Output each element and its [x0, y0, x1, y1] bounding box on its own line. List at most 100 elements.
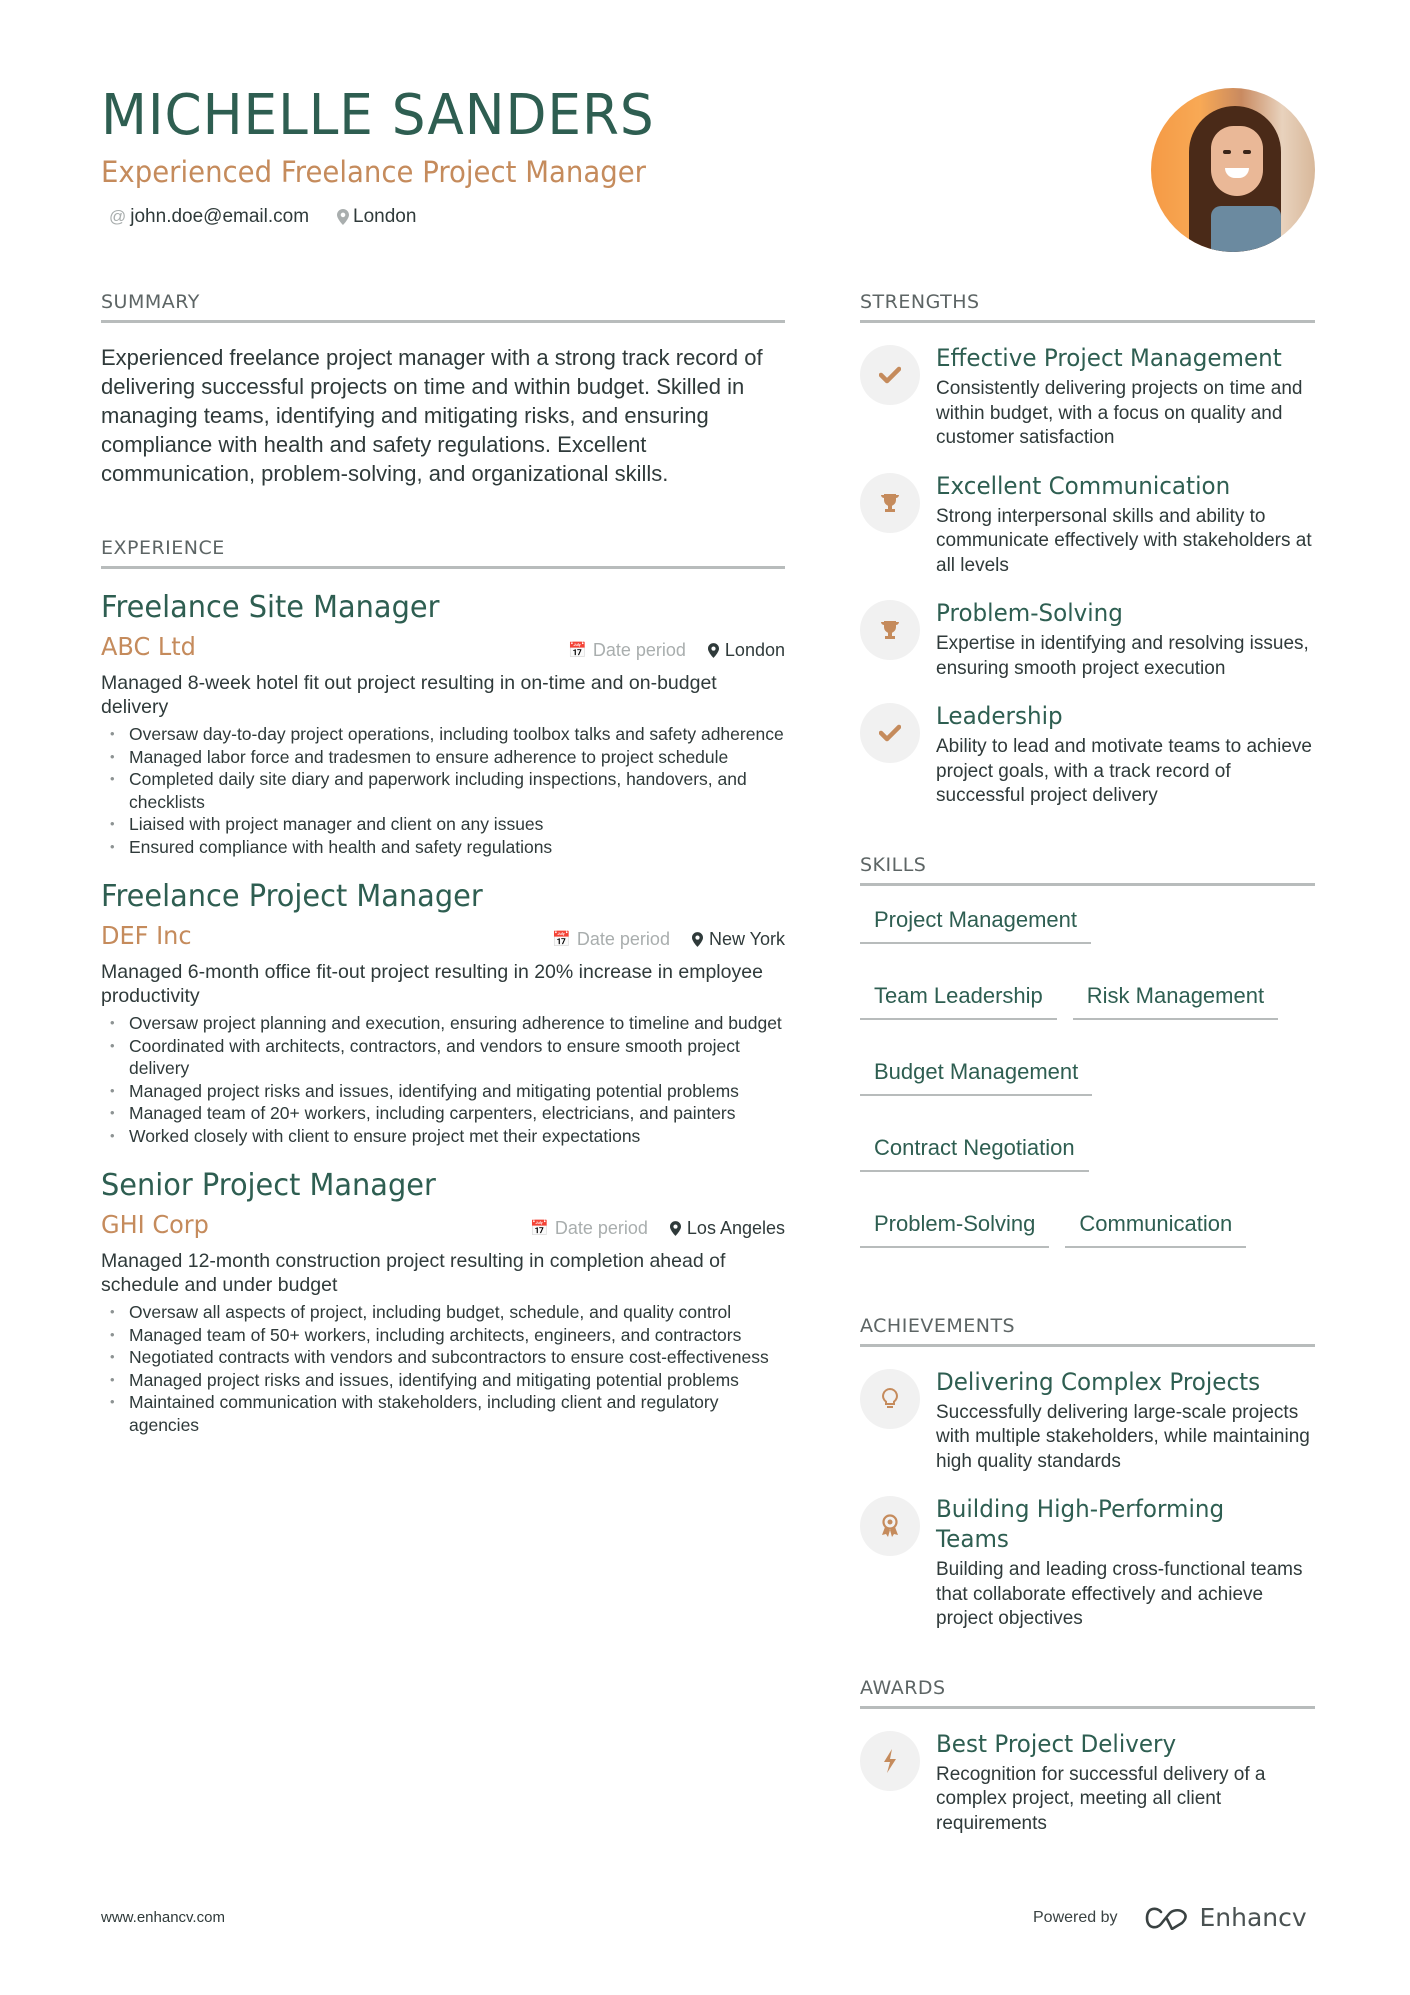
awards-section: AWARDS Best Project Delivery Recognition… [860, 1676, 1315, 1837]
at-icon: @ [109, 207, 127, 226]
location-text: London [353, 206, 417, 227]
achievement-item: Delivering Complex Projects Successfully… [860, 1367, 1315, 1475]
company-name: GHI Corp [101, 1210, 209, 1239]
skill-tag: Communication [1065, 1204, 1247, 1248]
left-column: SUMMARY Experienced freelance project ma… [101, 290, 785, 1436]
check-icon [860, 345, 920, 405]
job-bullet: Liaised with project manager and client … [101, 813, 785, 836]
skills-heading: SKILLS [860, 853, 1315, 886]
candidate-title: Experienced Freelance Project Manager [101, 155, 646, 189]
trophy-icon [860, 472, 920, 533]
strength-description: Ability to lead and motivate teams to ac… [936, 736, 1312, 806]
achievements-heading: ACHIEVEMENTS [860, 1314, 1315, 1347]
job-title: Freelance Site Manager [101, 590, 440, 625]
location-pin-icon [337, 209, 350, 225]
candidate-name: MICHELLE SANDERS [101, 83, 655, 148]
job-date: Date period [576, 928, 670, 949]
calendar-icon: 📅 [530, 1220, 549, 1237]
skill-tag: Problem-Solving [860, 1204, 1050, 1248]
job-bullets: Oversaw day-to-day project operations, i… [101, 723, 785, 858]
strength-item: Problem-Solving Expertise in identifying… [860, 598, 1315, 681]
job-bullet: Managed team of 20+ workers, including c… [101, 1102, 785, 1125]
achievement-item: Building High-Performing Teams Building … [860, 1494, 1315, 1632]
contact-email[interactable]: @ john.doe@email.com [109, 206, 309, 228]
skills-section: SKILLS Project Management Team Leadershi… [860, 853, 1315, 1248]
job-location: London [724, 639, 785, 660]
enhancv-logo[interactable]: Enhancv [1144, 1903, 1307, 1932]
job-title: Freelance Project Manager [101, 879, 483, 914]
job-date: Date period [554, 1217, 648, 1238]
job-bullet: Ensured compliance with health and safet… [101, 836, 785, 859]
experience-section: EXPERIENCE Freelance Site Manager ABC Lt… [101, 536, 785, 1436]
skills-list: Project Management Team Leadership Risk … [860, 900, 1315, 1248]
job-bullets: Oversaw project planning and execution, … [101, 1012, 785, 1147]
profile-photo [1151, 88, 1315, 252]
job-bullet: Oversaw project planning and execution, … [101, 1012, 785, 1035]
job-entry: Freelance Project Manager DEF Inc 📅 Date … [101, 878, 785, 1147]
strength-title: Problem-Solving [936, 599, 1123, 627]
job-description: Managed 8-week hotel fit out project res… [101, 672, 717, 718]
strengths-section: STRENGTHS Effective Project Management C… [860, 290, 1315, 809]
website-link[interactable]: www.enhancv.com [101, 1909, 225, 1926]
job-description: Managed 12-month construction project re… [101, 1250, 726, 1296]
strength-description: Consistently delivering projects on time… [936, 378, 1303, 448]
job-bullet: Negotiated contracts with vendors and su… [101, 1346, 785, 1369]
skill-tag: Contract Negotiation [860, 1128, 1089, 1172]
contact-info: @ john.doe@email.com London [101, 206, 1101, 228]
awards-heading: AWARDS [860, 1676, 1315, 1709]
job-bullet: Oversaw all aspects of project, includin… [101, 1301, 785, 1324]
lightning-icon [860, 1730, 920, 1791]
job-location: Los Angeles [686, 1217, 785, 1238]
strength-title: Leadership [936, 702, 1063, 730]
job-title: Senior Project Manager [101, 1168, 436, 1203]
job-description: Managed 6-month office fit-out project r… [101, 961, 763, 1007]
trophy-icon [860, 600, 920, 660]
job-bullet: Oversaw day-to-day project operations, i… [101, 723, 785, 746]
strength-description: Strong interpersonal skills and ability … [936, 505, 1312, 576]
job-bullet: Managed project risks and issues, identi… [101, 1369, 785, 1392]
job-bullet: Worked closely with client to ensure pro… [101, 1125, 785, 1148]
job-bullet: Managed team of 50+ workers, including a… [101, 1324, 785, 1347]
strength-title: Excellent Communication [936, 471, 1231, 500]
right-column: STRENGTHS Effective Project Management C… [860, 290, 1315, 1836]
award-description: Recognition for successful delivery of a… [936, 1763, 1266, 1834]
strength-item: Effective Project Management Consistentl… [860, 343, 1315, 451]
email-text: john.doe@email.com [130, 206, 310, 227]
achievement-description: Successfully delivering large-scale proj… [936, 1401, 1310, 1472]
strength-description: Expertise in identifying and resolving i… [936, 633, 1309, 679]
experience-heading: EXPERIENCE [101, 536, 785, 569]
contact-location: London [337, 206, 416, 228]
resume-header: MICHELLE SANDERS Experienced Freelance P… [101, 82, 1101, 228]
achievement-description: Building and leading cross-functional te… [936, 1559, 1303, 1629]
strengths-heading: STRENGTHS [860, 290, 1315, 323]
skill-tag: Project Management [860, 900, 1091, 944]
award-item: Best Project Delivery Recognition for su… [860, 1729, 1315, 1837]
medal-icon [860, 1496, 920, 1556]
check-icon [860, 703, 920, 763]
job-location: New York [708, 928, 785, 949]
job-bullets: Oversaw all aspects of project, includin… [101, 1301, 785, 1436]
skill-tag: Risk Management [1072, 976, 1279, 1020]
achievement-title: Building High-Performing Teams [936, 1495, 1225, 1553]
location-pin-icon [691, 931, 703, 947]
job-entry: Senior Project Manager GHI Corp 📅 Date pe… [101, 1167, 785, 1436]
job-bullet: Managed labor force and tradesmen to ens… [101, 746, 785, 769]
job-bullet: Maintained communication with stakeholde… [101, 1391, 785, 1436]
job-bullet: Managed project risks and issues, identi… [101, 1080, 785, 1103]
location-pin-icon [669, 1220, 681, 1236]
strength-item: Excellent Communication Strong interpers… [860, 471, 1315, 579]
job-bullet: Coordinated with architects, contractors… [101, 1035, 785, 1080]
lightbulb-icon [860, 1368, 920, 1429]
achievement-title: Delivering Complex Projects [936, 1367, 1261, 1396]
job-bullet: Completed daily site diary and paperwork… [101, 768, 785, 813]
summary-section: SUMMARY Experienced freelance project ma… [101, 290, 785, 488]
summary-heading: SUMMARY [101, 290, 785, 323]
powered-by: Powered by Enhancv [1033, 1903, 1307, 1932]
skill-tag: Budget Management [860, 1052, 1093, 1096]
award-title: Best Project Delivery [936, 1729, 1177, 1758]
summary-text: Experienced freelance project manager wi… [101, 345, 763, 486]
brand-name: Enhancv [1199, 1903, 1307, 1932]
strength-item: Leadership Ability to lead and motivate … [860, 701, 1315, 809]
job-date: Date period [592, 639, 686, 660]
company-name: DEF Inc [101, 921, 192, 950]
